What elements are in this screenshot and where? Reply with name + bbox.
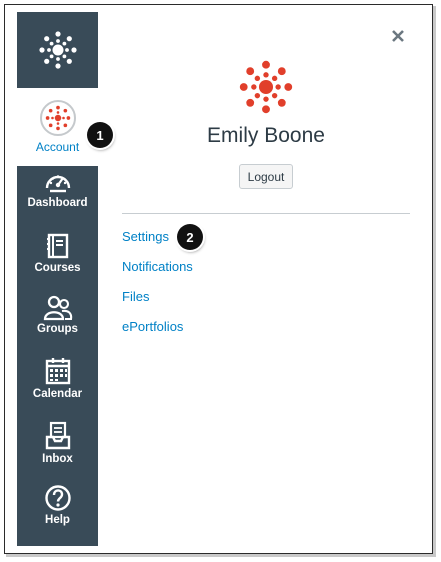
nav-item-inbox[interactable]: Inbox: [17, 421, 98, 481]
avatar: [39, 100, 76, 136]
global-nav: Account Dashboard Courses Groups Calenda…: [17, 12, 98, 546]
nav-item-inbox-label: Inbox: [42, 453, 73, 465]
nav-item-dashboard-label: Dashboard: [27, 197, 88, 209]
close-icon: [392, 30, 404, 42]
nav-item-account-label: Account: [35, 140, 80, 154]
logout-button[interactable]: Logout: [239, 164, 293, 189]
callout-1: 1: [87, 122, 113, 148]
canvas-logo[interactable]: [17, 12, 98, 88]
eportfolios-link[interactable]: ePortfolios: [122, 319, 193, 349]
nav-item-dashboard[interactable]: Dashboard: [17, 169, 98, 229]
help-icon: [44, 485, 71, 511]
close-tray-button[interactable]: [388, 26, 408, 46]
nav-item-account[interactable]: Account: [17, 88, 98, 166]
nav-item-help-label: Help: [45, 514, 70, 526]
nav-item-help[interactable]: Help: [17, 484, 98, 544]
account-avatar-icon: [45, 105, 70, 131]
nav-item-calendar[interactable]: Calendar: [17, 356, 98, 416]
nav-item-groups-label: Groups: [37, 323, 78, 335]
courses-icon: [46, 233, 68, 259]
nav-item-courses[interactable]: Courses: [17, 232, 98, 292]
user-name: Emily Boone: [207, 124, 325, 147]
inbox-icon: [45, 421, 70, 450]
nav-item-calendar-label: Calendar: [32, 388, 83, 400]
nav-item-groups[interactable]: Groups: [17, 295, 98, 355]
tray-divider: [122, 213, 410, 214]
settings-link[interactable]: Settings: [122, 229, 193, 259]
files-link[interactable]: Files: [122, 289, 193, 319]
canvas-logo-icon: [38, 31, 77, 69]
calendar-icon: [45, 358, 70, 385]
nav-item-courses-label: Courses: [34, 262, 81, 274]
account-links: Settings Notifications Files ePortfolios: [122, 229, 193, 349]
notifications-link[interactable]: Notifications: [122, 259, 193, 289]
user-avatar: [239, 60, 293, 119]
user-avatar-icon: [239, 60, 293, 114]
dashboard-icon: [45, 175, 70, 193]
groups-icon: [43, 295, 72, 321]
